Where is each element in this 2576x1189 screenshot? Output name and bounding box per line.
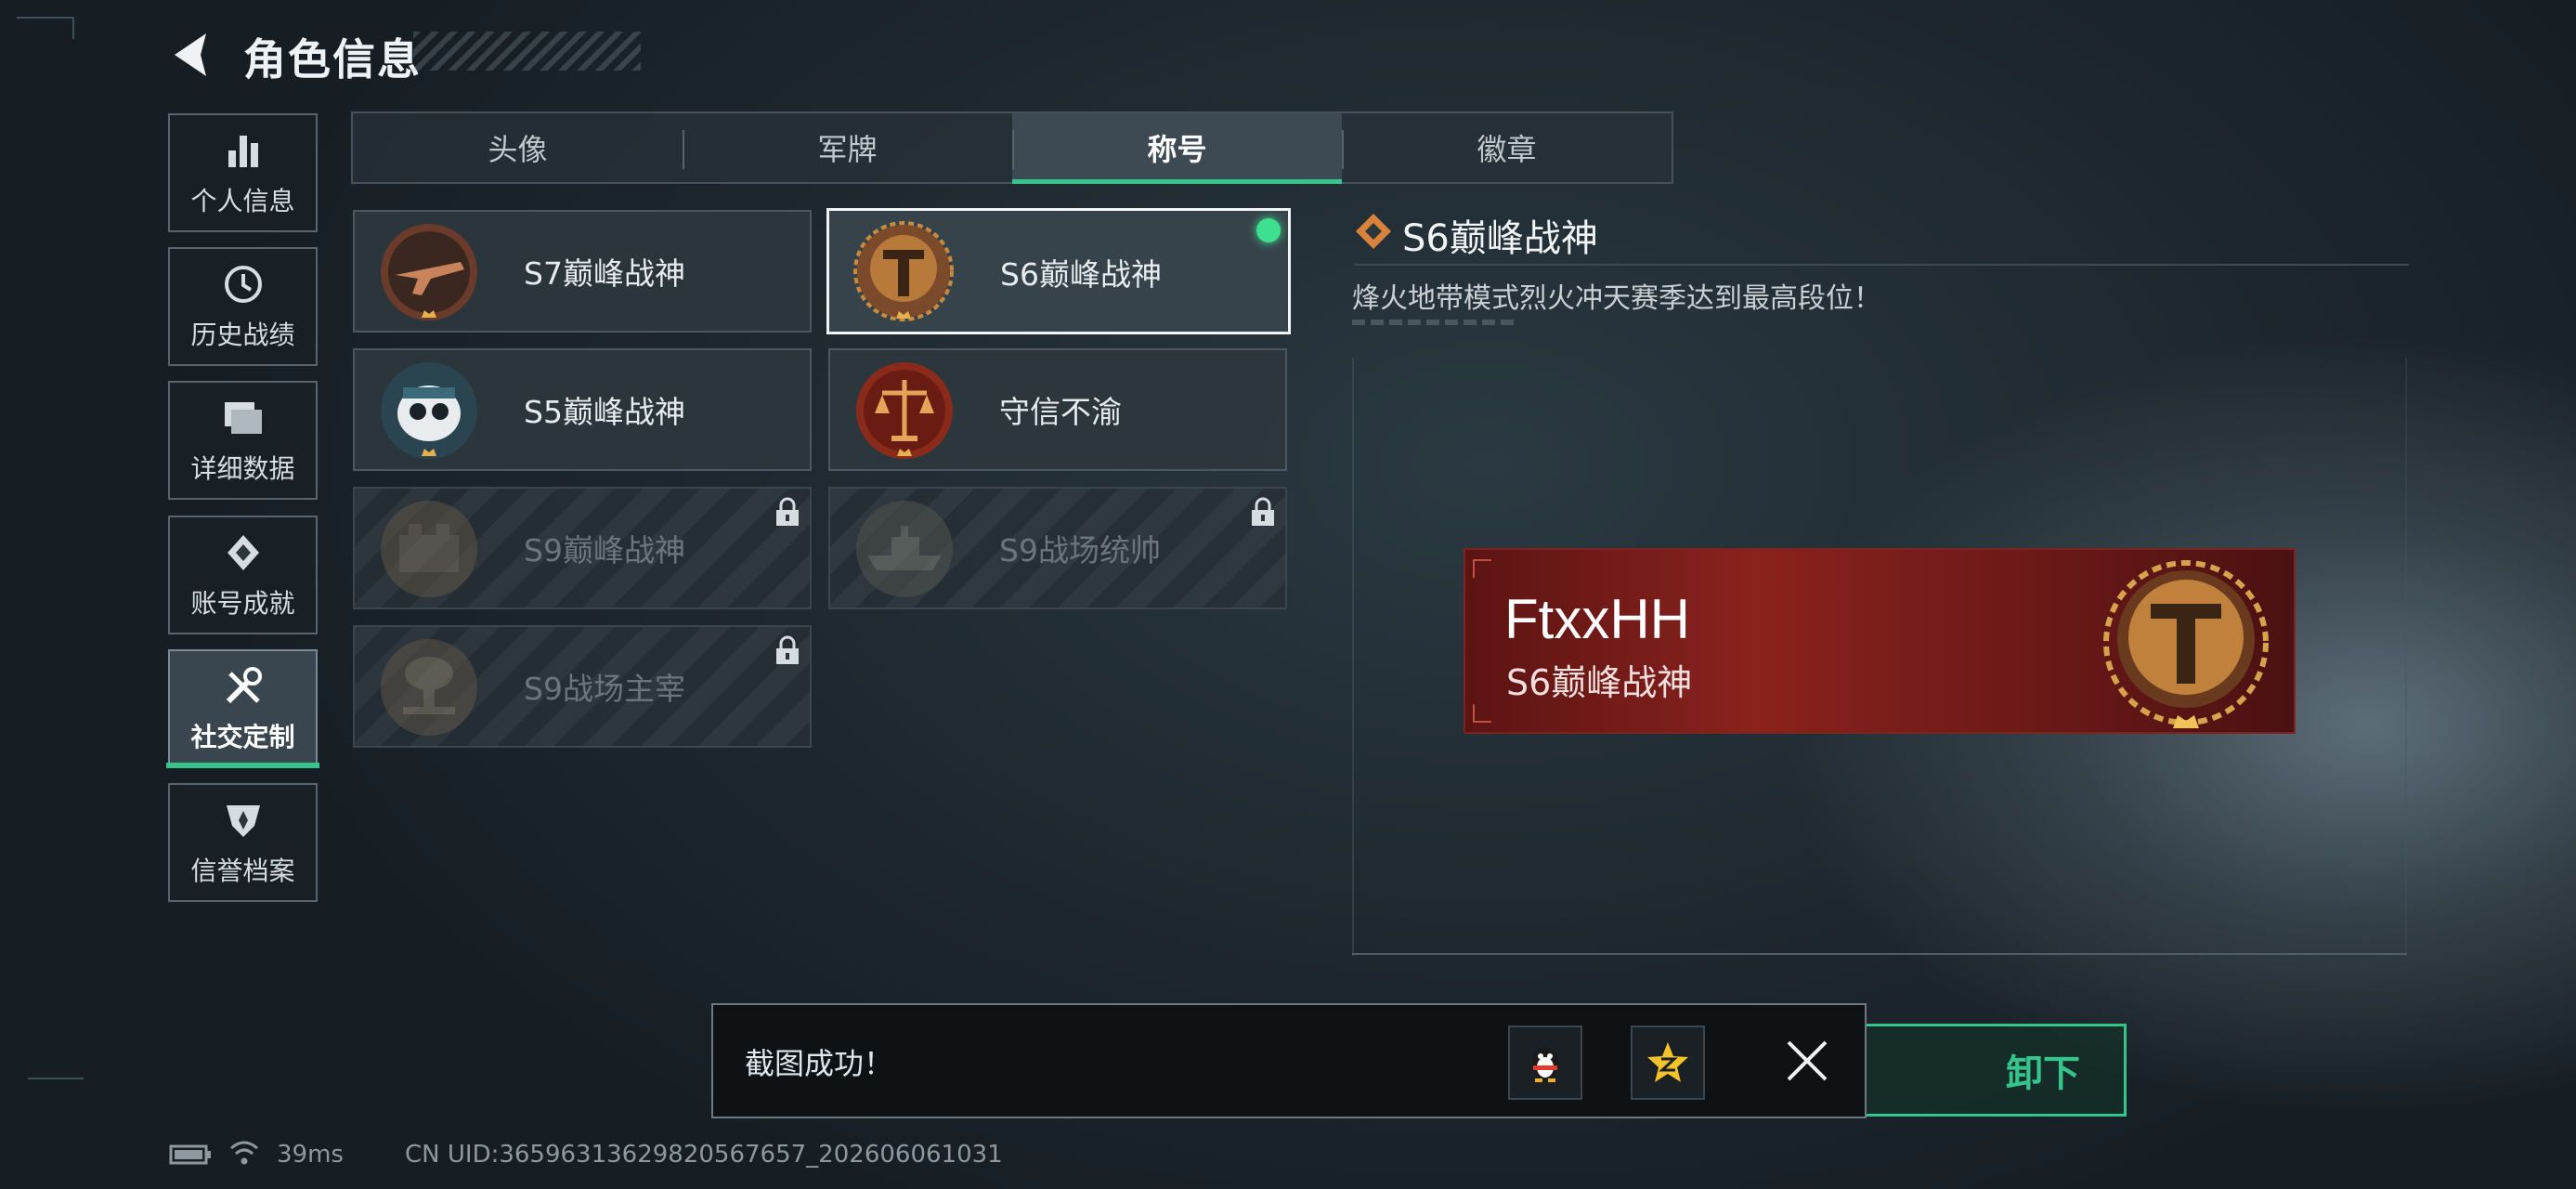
tab-dogtag[interactable]: 军牌	[683, 113, 1012, 182]
tab-avatar[interactable]: 头像	[353, 113, 683, 182]
qq-penguin-icon	[1532, 1047, 1558, 1082]
unequip-button-label: 卸下	[2006, 1052, 2080, 1095]
s9-explosion-emblem-icon	[381, 639, 477, 736]
divider	[1352, 953, 2407, 955]
title-name: 守信不渝	[999, 394, 1122, 430]
credit-shield-icon	[220, 797, 267, 843]
title-diamond-icon	[1356, 214, 1391, 249]
title-card-s6[interactable]: S6巅峰战神	[826, 208, 1291, 334]
title-name: S9巅峰战神	[524, 532, 685, 568]
s9-fortress-emblem-icon	[381, 501, 477, 597]
toast-message: 截图成功！	[745, 1046, 894, 1081]
decoration-dashes	[1352, 320, 1519, 325]
title-card-s5[interactable]: S5巅峰战神	[353, 348, 812, 471]
tab-badge[interactable]: 徽章	[1342, 113, 1672, 182]
selected-indicator	[1256, 218, 1281, 242]
nameplate-preview: FtxxHH S6巅峰战神	[1464, 548, 2296, 734]
sidebar-item-label: 详细数据	[190, 453, 295, 484]
sidebar-item-details[interactable]: 详细数据	[168, 381, 318, 500]
ping-text: 39ms	[277, 1141, 344, 1169]
lock-icon	[1252, 497, 1274, 526]
sidebar-item-label: 个人信息	[190, 186, 295, 216]
divider	[1354, 264, 2409, 266]
title-card-s9-commander[interactable]: S9战场统帅	[828, 487, 1287, 609]
corner-bracket	[1473, 559, 1491, 578]
s6-laurel-emblem-icon	[853, 221, 954, 321]
folder-icon	[220, 395, 267, 441]
title-card-faithful[interactable]: 守信不渝	[828, 348, 1287, 471]
nameplate-title: S6巅峰战神	[1506, 662, 1693, 703]
title-card-s9-dominator[interactable]: S9战场主宰	[353, 625, 812, 748]
battery-icon	[169, 1144, 211, 1165]
sidebar-item-label: 社交定制	[190, 722, 295, 752]
achievement-icon	[220, 529, 267, 576]
lock-icon	[776, 497, 799, 526]
sidebar-item-label: 账号成就	[190, 588, 295, 619]
s9-warship-emblem-icon	[856, 501, 953, 597]
title-card-s9-peak[interactable]: S9巅峰战神	[353, 487, 812, 609]
share-qq-button[interactable]	[1508, 1026, 1582, 1100]
qzone-star-icon	[1647, 1042, 1688, 1082]
sidebar-item-achievements[interactable]: 账号成就	[168, 516, 318, 634]
title-card-s7[interactable]: S7巅峰战神	[353, 210, 812, 333]
title-name: S9战场主宰	[524, 671, 685, 707]
page-title: 角色信息	[243, 34, 422, 85]
unequip-button[interactable]: 卸下	[1848, 1024, 2127, 1117]
title-name: S6巅峰战神	[1000, 256, 1162, 293]
scales-emblem-icon	[856, 362, 953, 459]
detail-description: 烽火地带模式烈火冲天赛季达到最高段位！	[1352, 282, 1881, 315]
title-name: S7巅峰战神	[524, 255, 685, 292]
wifi-icon	[230, 1141, 258, 1165]
tab-bar: 头像 军牌 称号 徽章	[351, 111, 1673, 184]
sidebar-item-social-custom[interactable]: 社交定制	[168, 649, 318, 768]
screenshot-toast: 截图成功！	[711, 1003, 1867, 1118]
tab-title[interactable]: 称号	[1012, 113, 1342, 184]
s6-laurel-emblem-icon	[2103, 560, 2269, 728]
title-name: S9战场统帅	[999, 532, 1161, 568]
player-name: FtxxHH	[1504, 588, 1690, 650]
close-icon[interactable]	[1779, 1033, 1835, 1089]
s7-gun-emblem-icon	[381, 224, 477, 320]
title-decoration	[413, 32, 641, 71]
corner-bracket	[1473, 704, 1491, 723]
bar-chart-icon	[220, 127, 267, 174]
sidebar-item-profile[interactable]: 个人信息	[168, 113, 318, 232]
sidebar-item-history[interactable]: 历史战绩	[168, 247, 318, 366]
share-qzone-button[interactable]	[1631, 1026, 1705, 1100]
s5-skull-emblem-icon	[381, 362, 477, 459]
history-clock-icon	[220, 261, 267, 307]
detail-title: S6巅峰战神	[1402, 217, 1598, 260]
title-name: S5巅峰战神	[524, 394, 685, 430]
back-button[interactable]	[165, 28, 214, 82]
sidebar-item-label: 信誉档案	[190, 856, 295, 886]
sidebar-item-credit[interactable]: 信誉档案	[168, 783, 318, 902]
sidebar-item-label: 历史战绩	[190, 320, 295, 350]
sidebar-active-indicator	[166, 763, 319, 768]
lock-icon	[776, 635, 799, 664]
uid-text: CN UID:3659631362982056​7657_20260606103…	[405, 1141, 1003, 1169]
back-arrow-icon	[175, 33, 206, 76]
tools-icon	[220, 663, 267, 710]
